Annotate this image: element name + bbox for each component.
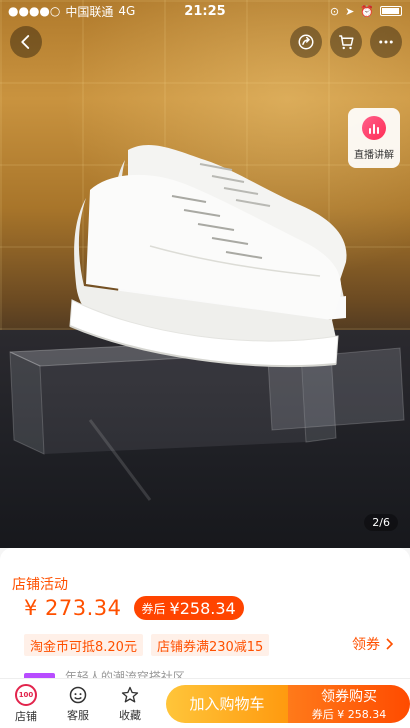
shop-button[interactable]: 100 店铺 [0, 683, 52, 724]
product-photo-sneakers [9, 144, 405, 501]
star-icon [121, 686, 139, 702]
coupon-buy-button[interactable]: 领券购买 券后 ¥ 258.34 [288, 684, 410, 723]
customer-service-button[interactable]: 客服 [52, 685, 104, 723]
shop-coupon-chip[interactable]: 店铺券满230减15 [150, 634, 270, 656]
bottom-action-bar: 100 店铺 客服 收藏 加入购物车 领券购买 券后 ¥ 258.34 [0, 678, 410, 728]
after-coupon-label: 券后 [141, 601, 166, 616]
share-icon [298, 34, 314, 50]
add-to-cart-button[interactable]: 加入购物车 [166, 684, 288, 723]
get-coupon-label: 领券 [352, 637, 380, 653]
promo-chips: 淘金币可抵8.20元 店铺券满230减15 [24, 634, 270, 656]
image-page-indicator: 2/6 [364, 514, 398, 531]
chat-icon [69, 686, 87, 703]
product-detail-screen: ●●●●○ 中国联通 4G 21:25 ⊙ ➤ ⏰ 直播讲解 2/6 店铺活动 … [0, 0, 410, 728]
after-coupon-badge: 券后 ¥258.34 [133, 596, 244, 620]
battery-icon [380, 6, 402, 16]
live-icon [362, 115, 386, 140]
share-button[interactable] [290, 26, 322, 58]
shop-label: 店铺 [15, 709, 37, 723]
after-coupon-price: ¥258.34 [169, 598, 236, 618]
clock: 21:25 [184, 3, 226, 19]
cart-button[interactable] [330, 26, 362, 58]
price-row: ¥ 273.34 券后 ¥258.34 [24, 596, 244, 620]
favorite-button[interactable]: 收藏 [104, 685, 156, 723]
shop-avatar: 100 [15, 683, 37, 706]
cart-icon [339, 35, 354, 50]
favorite-label: 收藏 [119, 708, 141, 722]
purchase-actions: 加入购物车 领券购买 券后 ¥ 258.34 [166, 684, 410, 723]
more-icon [379, 40, 393, 44]
shop-activity-label: 店铺活动 [12, 577, 68, 593]
product-price: ¥ 273.34 [24, 596, 122, 620]
back-button[interactable] [10, 26, 42, 58]
buy-subtitle: 券后 ¥ 258.34 [311, 707, 387, 721]
status-bar: ●●●●○ 中国联通 4G 21:25 ⊙ ➤ ⏰ [0, 0, 410, 22]
chevron-right-icon [386, 638, 394, 650]
service-label: 客服 [67, 708, 89, 722]
get-coupon-link[interactable]: 领券 [352, 634, 394, 654]
coin-discount-chip[interactable]: 淘金币可抵8.20元 [24, 634, 143, 656]
live-explain-label: 直播讲解 [354, 149, 394, 161]
buy-title: 领券购买 [321, 688, 377, 705]
product-image-carousel[interactable]: ●●●●○ 中国联通 4G 21:25 ⊙ ➤ ⏰ 直播讲解 2/6 [0, 0, 410, 548]
live-explain-button[interactable]: 直播讲解 [348, 108, 400, 168]
more-button[interactable] [370, 26, 402, 58]
chevron-left-icon [21, 35, 30, 49]
